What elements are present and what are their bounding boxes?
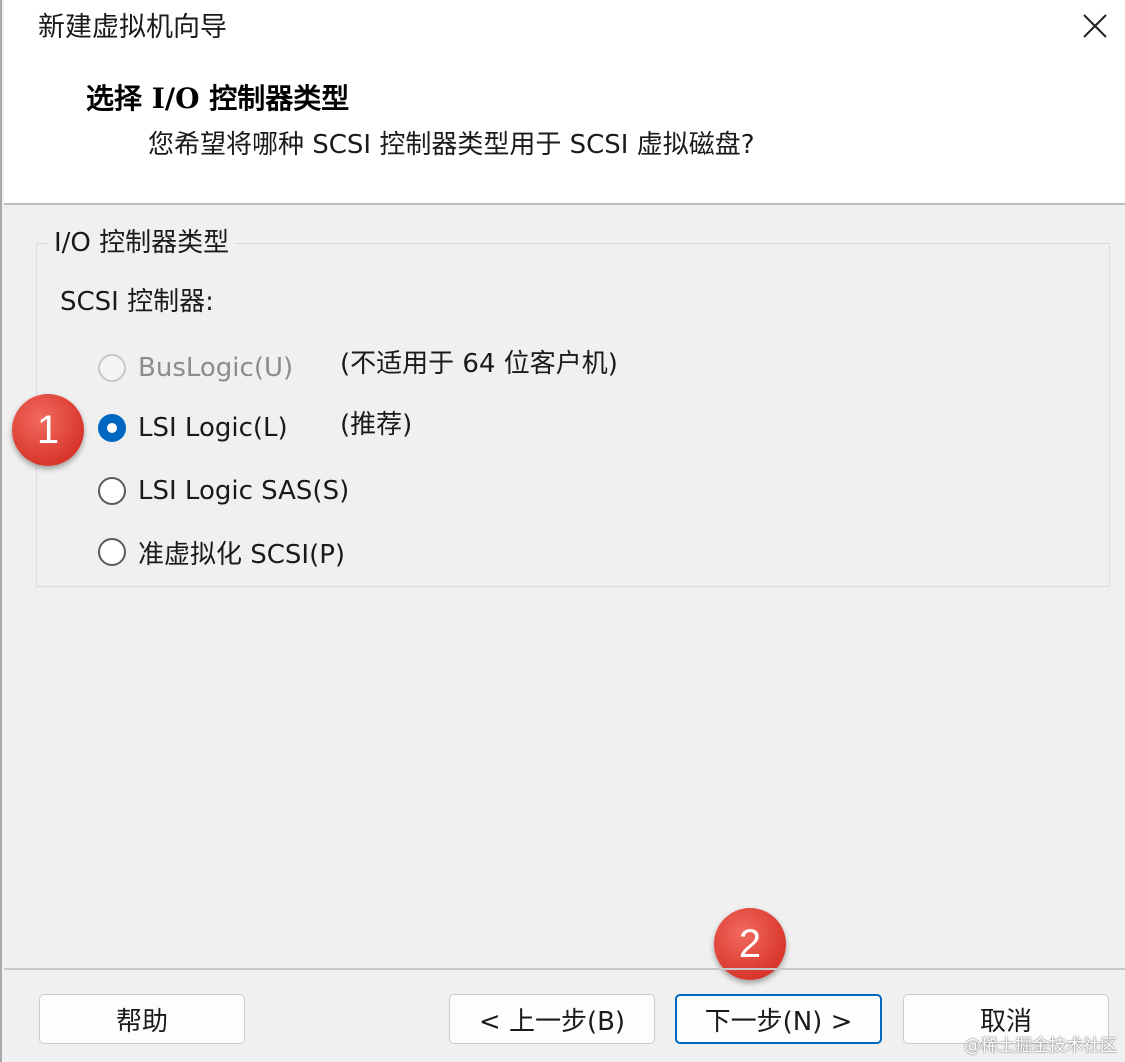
page-title: 选择 I/O 控制器类型 [86,82,350,115]
radio-note: (推荐) [340,410,413,440]
wizard-header: 新建虚拟机向导 选择 I/O 控制器类型 您希望将哪种 SCSI 控制器类型用于… [4,0,1125,205]
scsi-controller-label: SCSI 控制器: [60,287,214,317]
help-button[interactable]: 帮助 [39,994,245,1044]
next-button[interactable]: 下一步(N) > [675,994,882,1044]
radio-circle [98,354,126,382]
back-button[interactable]: < 上一步(B) [449,994,655,1044]
radio-label: 准虚拟化 SCSI(P) [138,539,346,570]
watermark: @稀土掘金技术社区 [964,1036,1117,1056]
radio-note: (不适用于 64 位客户机) [340,349,618,379]
radio-label: BusLogic(U) [138,353,294,383]
radio-lsi-logic[interactable]: LSI Logic(L) [98,408,288,448]
radio-circle [98,538,126,566]
wizard-window: 新建虚拟机向导 选择 I/O 控制器类型 您希望将哪种 SCSI 控制器类型用于… [0,0,1125,1062]
annotation-badge-1: 1 [12,394,84,466]
radio-circle [98,414,126,442]
window-title: 新建虚拟机向导 [38,12,227,43]
radio-paravirtual-scsi[interactable]: 准虚拟化 SCSI(P) [98,532,345,572]
radio-lsi-logic-sas[interactable]: LSI Logic SAS(S) [98,471,349,511]
close-button[interactable] [1073,4,1117,48]
radio-circle [98,477,126,505]
page-subtitle: 您希望将哪种 SCSI 控制器类型用于 SCSI 虚拟磁盘? [148,130,755,160]
groupbox-legend: I/O 控制器类型 [48,224,236,262]
radio-label: LSI Logic SAS(S) [138,476,350,506]
radio-buslogic: BusLogic(U) [98,348,293,388]
radio-label: LSI Logic(L) [138,413,288,443]
close-icon [1083,14,1107,38]
footer-divider [4,968,1125,970]
